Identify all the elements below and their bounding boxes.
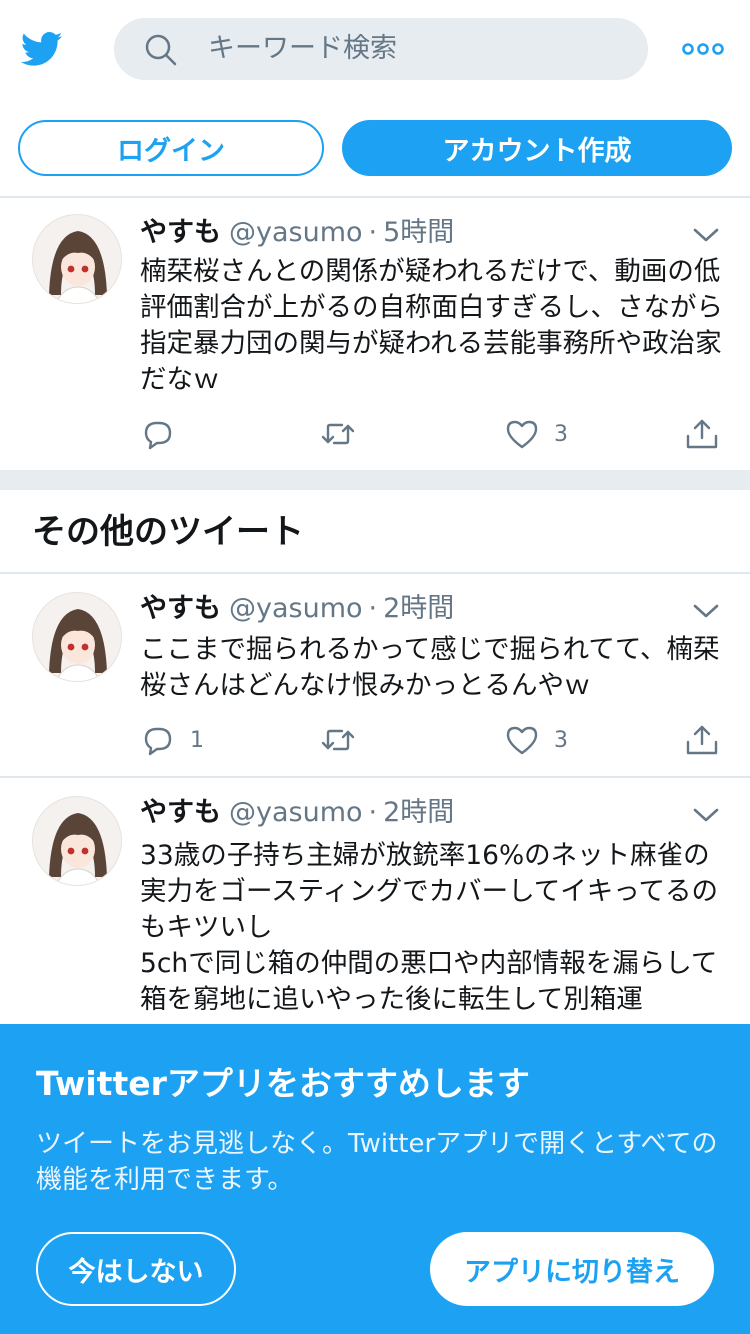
avatar[interactable]: [32, 796, 122, 886]
login-button[interactable]: ログイン: [18, 120, 324, 176]
top-header: キーワード検索: [0, 0, 750, 100]
separator-dot: ·: [368, 217, 378, 248]
banner-description: ツイートをお見逃しなく。Twitterアプリで開くとすべての機能を利用できます。: [36, 1129, 718, 1195]
reply-icon: [144, 727, 172, 756]
like-button[interactable]: 3: [504, 720, 568, 760]
more-dots-icon[interactable]: [682, 38, 724, 60]
tweet-text: 33歳の子持ち主婦が放銃率16%のネット麻雀の実力をゴースティングでカバーしてイ…: [140, 840, 718, 1015]
banner-title: Twitterアプリをおすすめします: [36, 1064, 530, 1103]
tweet-header: やすも @yasumo · 5時間: [140, 216, 454, 250]
heart-icon: [506, 726, 538, 755]
search-bar[interactable]: キーワード検索: [114, 18, 648, 80]
like-count: 3: [554, 727, 568, 753]
search-icon: [145, 34, 177, 66]
user-handle[interactable]: @yasumo: [229, 797, 363, 828]
auth-bar: ログイン アカウント作成: [0, 100, 750, 198]
tweet-text: ここまで掘られるかって感じで掘られてて、楠栞桜さんはどんなけ恨みかっとるんやｗ: [140, 634, 720, 701]
tweet-actions: 3: [0, 414, 750, 454]
chevron-down-icon[interactable]: [692, 602, 720, 620]
switch-to-app-button[interactable]: アプリに切り替え: [430, 1232, 714, 1306]
share-icon: [686, 725, 718, 755]
user-handle[interactable]: @yasumo: [229, 217, 363, 248]
reply-button[interactable]: [140, 414, 190, 454]
share-icon: [686, 419, 718, 449]
reply-icon: [144, 421, 172, 450]
section-divider: [0, 470, 750, 490]
retweet-button[interactable]: [320, 720, 370, 760]
tweet-3[interactable]: やすも @yasumo · 2時間 33歳の子持ち主婦が放銃率16%のネット麻雀の実力…: [0, 778, 750, 1024]
retweet-icon: [321, 423, 355, 445]
like-count: 3: [554, 421, 568, 447]
avatar[interactable]: [32, 214, 122, 304]
reply-button[interactable]: 1: [140, 720, 204, 760]
avatar[interactable]: [32, 592, 122, 682]
share-button[interactable]: [684, 720, 720, 760]
display-name[interactable]: やすも: [140, 217, 221, 248]
retweet-icon: [321, 729, 355, 751]
chevron-down-icon[interactable]: [692, 806, 720, 824]
user-handle[interactable]: @yasumo: [229, 593, 363, 624]
timestamp[interactable]: 5時間: [383, 217, 454, 248]
share-button[interactable]: [684, 414, 720, 454]
app-promo-banner: Twitterアプリをおすすめします ツイートをお見逃しなく。Twitterアプ…: [0, 1024, 750, 1334]
tweet-text: 楠栞桜さんとの関係が疑われるだけで、動画の低評価割合が上がるの自称面白すぎるし、…: [140, 256, 723, 395]
display-name[interactable]: やすも: [140, 593, 221, 624]
signup-button[interactable]: アカウント作成: [342, 120, 732, 176]
like-button[interactable]: 3: [504, 414, 568, 454]
not-now-button[interactable]: 今はしない: [36, 1232, 236, 1306]
tweet-actions: 1 3: [0, 720, 750, 760]
separator-dot: ·: [368, 593, 378, 624]
separator-dot: ·: [368, 797, 378, 828]
twitter-bird-icon[interactable]: [18, 28, 66, 70]
section-title: その他のツイート: [32, 512, 304, 552]
display-name[interactable]: やすも: [140, 797, 221, 828]
timestamp[interactable]: 2時間: [383, 593, 454, 624]
chevron-down-icon[interactable]: [692, 226, 720, 244]
tweet-header: やすも @yasumo · 2時間: [140, 796, 454, 830]
tweet-header: やすも @yasumo · 2時間: [140, 592, 454, 626]
search-input[interactable]: キーワード検索: [208, 32, 397, 66]
reply-count: 1: [190, 727, 204, 753]
heart-icon: [506, 420, 538, 449]
tweet-2[interactable]: やすも @yasumo · 2時間 ここまで掘られるかって感じで掘られてて、楠栞桜さん…: [0, 574, 750, 776]
timestamp[interactable]: 2時間: [383, 797, 454, 828]
retweet-button[interactable]: [320, 414, 370, 454]
tweet-1[interactable]: やすも @yasumo · 5時間 楠栞桜さんとの関係が疑われるだけで、動画の低評価割…: [0, 198, 750, 470]
